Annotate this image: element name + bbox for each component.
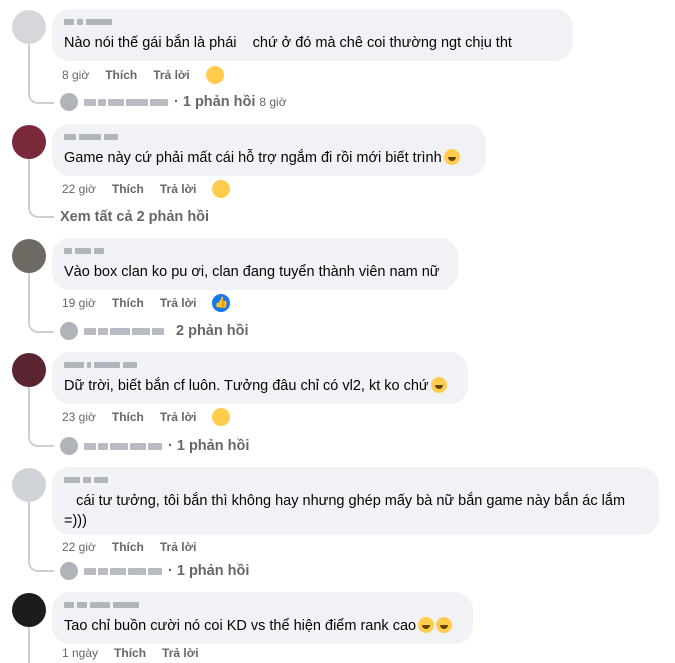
avatar[interactable] [12, 10, 46, 44]
avatar[interactable] [12, 468, 46, 502]
like-button[interactable]: Thích [114, 646, 146, 660]
thread-line [28, 502, 30, 558]
reply-button[interactable]: Trả lời [160, 540, 197, 554]
grin-emoji[interactable] [212, 180, 231, 198]
like-icon[interactable]: 👍 [212, 294, 231, 312]
author-name-blurred[interactable] [64, 475, 647, 485]
avatar[interactable] [12, 125, 46, 159]
thread-line [28, 273, 30, 319]
comment-time[interactable]: 8 giờ [62, 68, 89, 82]
comment-meta: 1 ngày Thích Trả lời [62, 645, 215, 661]
laugh-emoji [443, 149, 460, 165]
reply-button[interactable]: Trả lời [160, 296, 197, 310]
reply-button[interactable]: Trả lời [153, 68, 190, 82]
thread-elbow [28, 433, 54, 447]
comment-bubble: Dữ trời, biết bắn cf luôn. Tưởng đâu chỉ… [52, 352, 468, 404]
comment-bubble: Vào box clan ko pu ơi, clan đang tuyển t… [52, 238, 458, 290]
comment-time[interactable]: 23 giờ [62, 410, 96, 424]
reply-count[interactable]: · 1 phản hồi [174, 94, 255, 110]
reply-avatar [60, 437, 78, 455]
reply-button[interactable]: Trả lời [160, 182, 197, 196]
comment-text: Nào nói thế gái bắn là phái chứ ở đó mà … [64, 35, 512, 51]
comment-meta: 19 giờ Thích Trả lời 👍 [62, 294, 246, 312]
thread-elbow [28, 204, 54, 218]
sad-cry-emoji[interactable] [205, 66, 224, 84]
like-button[interactable]: Thích [112, 182, 144, 196]
reply-summary[interactable]: · 1 phản hồi 8 giờ [60, 93, 287, 111]
avatar[interactable] [12, 239, 46, 273]
laugh-emoji [430, 377, 447, 393]
comment-time[interactable]: 22 giờ [62, 540, 96, 554]
author-name-blurred[interactable] [64, 600, 461, 610]
reply-count[interactable]: 2 phản hồi [176, 323, 249, 339]
thread-elbow [28, 319, 54, 333]
thread-line [28, 158, 30, 204]
like-button[interactable]: Thích [105, 68, 137, 82]
comment-time[interactable]: 19 giờ [62, 296, 96, 310]
comment-bubble: cái tư tưởng, tôi bắn thì không hay nhưn… [52, 467, 659, 535]
reply-author-blurred [84, 98, 168, 106]
reply-time: 8 giờ [259, 95, 287, 109]
comment-meta: 22 giờ Thích Trả lời [62, 538, 212, 556]
author-name-blurred[interactable] [64, 17, 561, 27]
comment-bubble: Game này cứ phải mất cái hỗ trợ ngắm đi … [52, 124, 486, 176]
thread-line [28, 387, 30, 433]
comment-bubble: Nào nói thế gái bắn là phái chứ ở đó mà … [52, 9, 573, 61]
comment-text: Tao chỉ buồn cười nó coi KD vs thể hiện … [64, 616, 461, 636]
thread-line [28, 627, 30, 663]
laugh-emoji [418, 617, 435, 633]
comment-meta: 22 giờ Thích Trả lời [62, 180, 246, 198]
reply-summary[interactable]: · 1 phản hồi [60, 437, 249, 455]
reply-button[interactable]: Trả lời [162, 646, 199, 660]
reply-count[interactable]: · 1 phản hồi [168, 563, 249, 579]
comment-text: Vào box clan ko pu ơi, clan đang tuyển t… [64, 264, 440, 280]
comment-text: Dữ trời, biết bắn cf luôn. Tưởng đâu chỉ… [64, 376, 456, 396]
reply-avatar [60, 322, 78, 340]
reply-avatar [60, 562, 78, 580]
like-button[interactable]: Thích [112, 410, 144, 424]
like-button[interactable]: Thích [112, 296, 144, 310]
reply-count[interactable]: · 1 phản hồi [168, 438, 249, 454]
reply-author-blurred [84, 442, 162, 450]
comment-bubble: Tao chỉ buồn cười nó coi KD vs thể hiện … [52, 592, 473, 644]
thread-elbow [28, 558, 54, 572]
comment-text: Game này cứ phải mất cái hỗ trợ ngắm đi … [64, 148, 474, 168]
grin-emoji[interactable] [212, 408, 231, 426]
avatar[interactable] [12, 593, 46, 627]
reply-summary[interactable]: · 1 phản hồi [60, 562, 249, 580]
reply-button[interactable]: Trả lời [160, 410, 197, 424]
see-all-replies-link[interactable]: Xem tất cả 2 phản hồi [60, 209, 209, 225]
laugh-emoji [436, 617, 453, 633]
reply-summary[interactable]: 2 phản hồi [60, 322, 249, 340]
author-name-blurred[interactable] [64, 246, 446, 256]
like-button[interactable]: Thích [112, 540, 144, 554]
comment-meta: 8 giờ Thích Trả lời [62, 66, 240, 84]
comment-text: cái tư tưởng, tôi bắn thì không hay nhưn… [64, 493, 626, 529]
author-name-blurred[interactable] [64, 132, 474, 142]
thread-elbow [28, 90, 54, 104]
reply-avatar [60, 93, 78, 111]
comment-time[interactable]: 1 ngày [62, 646, 98, 660]
reply-author-blurred [84, 327, 164, 335]
comment-time[interactable]: 22 giờ [62, 182, 96, 196]
author-name-blurred[interactable] [64, 360, 456, 370]
comment-meta: 23 giờ Thích Trả lời [62, 408, 246, 426]
reply-author-blurred [84, 567, 162, 575]
thread-line [28, 44, 30, 90]
avatar[interactable] [12, 353, 46, 387]
